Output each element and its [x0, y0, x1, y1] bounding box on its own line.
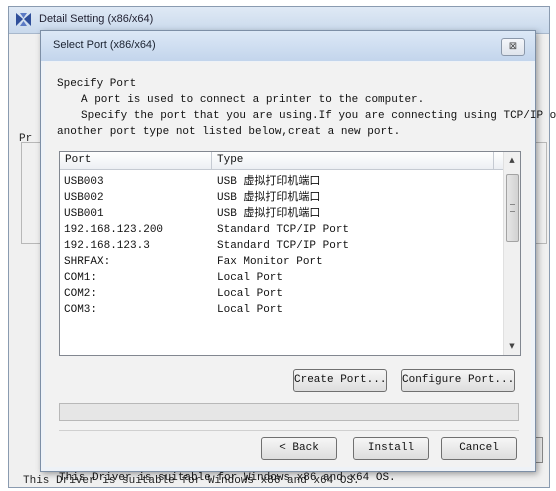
port-type: USB 虚拟打印机端口 — [217, 176, 321, 188]
footer-note: This Driver is suitable for Windows x86 … — [59, 472, 396, 484]
port-name: 192.168.123.3 — [64, 240, 150, 252]
port-list-scrollbar[interactable]: ▲ ▼ — [503, 152, 520, 355]
port-name: 192.168.123.200 — [64, 224, 164, 236]
port-list-rows: USB003 USB 虚拟打印机端口 USB002 USB 虚拟打印机端口 US… — [60, 174, 504, 318]
port-list-header: Port Type — [60, 152, 504, 170]
port-row[interactable]: COM1: Local Port — [60, 270, 504, 286]
port-row[interactable]: COM2: Local Port — [60, 286, 504, 302]
progress-bar — [59, 403, 519, 421]
close-icon[interactable]: ⊠ — [501, 38, 525, 56]
port-row[interactable]: COM3: Local Port — [60, 302, 504, 318]
port-name: USB001 — [64, 208, 104, 220]
port-list[interactable]: Port Type USB003 USB 虚拟打印机端口 USB002 USB … — [59, 151, 521, 356]
create-port-button[interactable]: Create Port... — [293, 369, 387, 392]
port-row[interactable]: USB003 USB 虚拟打印机端口 — [60, 174, 504, 190]
port-name: COM3: — [64, 304, 98, 316]
port-type: Fax Monitor Port — [217, 256, 323, 268]
port-row[interactable]: SHRFAX: Fax Monitor Port — [60, 254, 504, 270]
app-icon — [16, 13, 31, 26]
port-row[interactable]: 192.168.123.3 Standard TCP/IP Port — [60, 238, 504, 254]
scroll-up-arrow-icon[interactable]: ▲ — [504, 152, 520, 169]
cancel-button[interactable]: Cancel — [441, 437, 517, 460]
select-port-dialog: Select Port (x86/x64) ⊠ Specify Port A p… — [40, 30, 556, 484]
section-title: Specify Port — [57, 78, 137, 90]
port-row[interactable]: USB002 USB 虚拟打印机端口 — [60, 190, 504, 206]
port-type: Standard TCP/IP Port — [217, 224, 350, 236]
port-row[interactable]: USB001 USB 虚拟打印机端口 — [60, 206, 504, 222]
grip-icon — [510, 204, 515, 212]
dialog-titlebar[interactable]: Select Port (x86/x64) ⊠ — [41, 31, 535, 61]
port-type: USB 虚拟打印机端口 — [217, 208, 321, 220]
port-type: USB 虚拟打印机端口 — [217, 192, 321, 204]
port-name: SHRFAX: — [64, 256, 111, 268]
port-row[interactable]: 192.168.123.200 Standard TCP/IP Port — [60, 222, 504, 238]
separator — [59, 430, 519, 432]
port-type: Local Port — [217, 304, 284, 316]
port-type: Standard TCP/IP Port — [217, 240, 350, 252]
dialog-title: Select Port (x86/x64) — [53, 39, 156, 51]
configure-port-button[interactable]: Configure Port... — [401, 369, 515, 392]
intro-text: Specify the port that you are using.If y… — [81, 110, 556, 122]
port-name: USB002 — [64, 192, 104, 204]
scrollbar-thumb[interactable] — [506, 174, 519, 242]
column-header-type[interactable]: Type — [212, 152, 494, 169]
intro-text: another port type not listed below,creat… — [57, 126, 401, 138]
column-header-port[interactable]: Port — [60, 152, 212, 169]
port-type: Local Port — [217, 272, 284, 284]
intro-text: A port is used to connect a printer to t… — [81, 94, 425, 106]
back-button[interactable]: < Back — [261, 437, 337, 460]
install-button[interactable]: Install — [353, 437, 429, 460]
scroll-down-arrow-icon[interactable]: ▼ — [504, 338, 520, 355]
port-type: Local Port — [217, 288, 284, 300]
port-name: COM2: — [64, 288, 98, 300]
port-name: COM1: — [64, 272, 98, 284]
parent-window-title: Detail Setting (x86/x64) — [39, 13, 154, 25]
dialog-body: Specify Port A port is used to connect a… — [45, 62, 556, 484]
port-name: USB003 — [64, 176, 104, 188]
